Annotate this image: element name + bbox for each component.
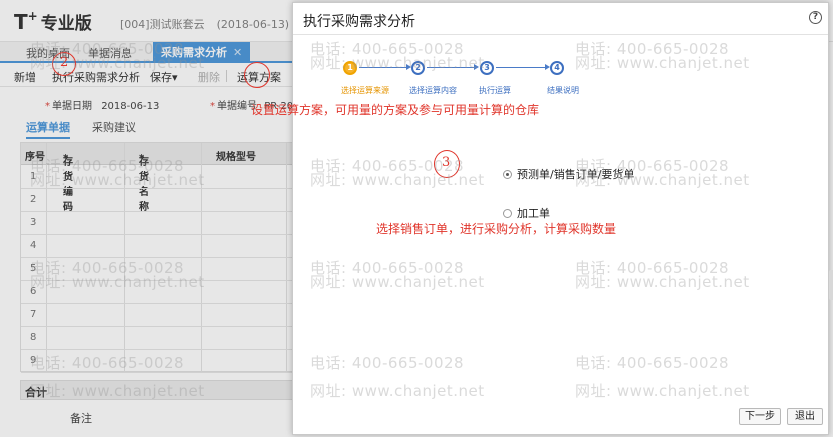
step-4-label: 结果说明 [547, 86, 579, 95]
annotation-number-3: 3 [442, 155, 451, 170]
arrow-right-icon [359, 64, 411, 70]
step-2-icon: 2 [411, 61, 425, 75]
option-work-order[interactable]: 加工单 [503, 205, 550, 221]
step-3-icon: 3 [480, 61, 494, 75]
annotation-circle-plan [244, 62, 270, 88]
annotation-number-2: 2 [60, 55, 69, 70]
help-icon[interactable]: ? [809, 11, 822, 24]
next-button[interactable]: 下一步 [739, 408, 781, 425]
step-4-icon: 4 [550, 61, 564, 75]
arrow-right-icon [427, 64, 479, 70]
step-1-label: 选择运算来源 [341, 86, 389, 95]
exit-button[interactable]: 退出 [787, 408, 823, 425]
annotation-select-note: 选择销售订单，进行采购分析，计算采购数量 [376, 222, 617, 236]
radio-selected-icon[interactable] [503, 170, 512, 179]
step-2-label: 选择运算内容 [409, 86, 457, 95]
analysis-dialog: 执行采购需求分析 ? 1 2 3 4 选择运算来源 选择运算内容 执行运算 结果… [292, 2, 829, 435]
annotation-plan-note: 设置运算方案，可用量的方案及参与可用量计算的仓库 [251, 103, 540, 117]
step-1-icon: 1 [343, 61, 357, 75]
step-3-label: 执行运算 [479, 86, 511, 95]
dialog-title: 执行采购需求分析 [303, 14, 415, 30]
option-sales-order[interactable]: 预测单/销售订单/要货单 [503, 166, 634, 182]
arrow-right-icon [496, 64, 550, 70]
radio-icon[interactable] [503, 209, 512, 218]
side-handle[interactable] [829, 270, 833, 300]
title-divider [293, 34, 828, 35]
